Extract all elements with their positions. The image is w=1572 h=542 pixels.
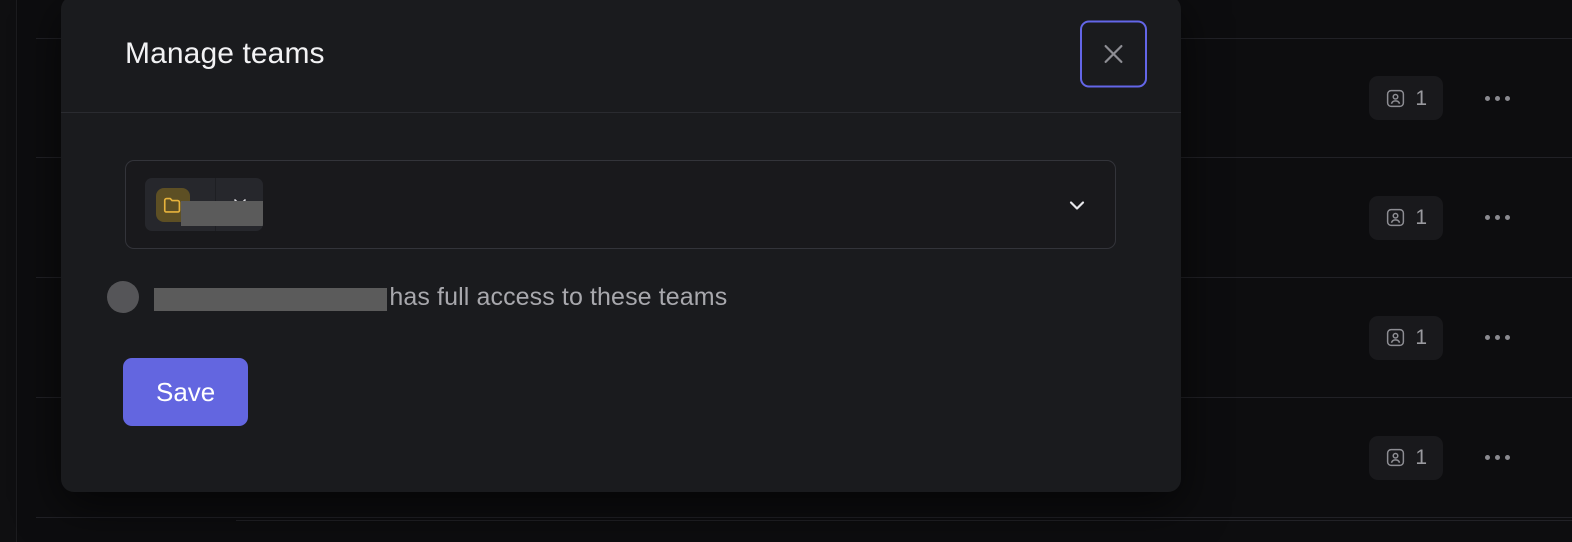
kebab-menu-icon[interactable] [1481,325,1514,350]
member-count-value: 1 [1415,326,1427,349]
access-text-wrapper: Maaak Bellaglaanae has full access to th… [154,283,727,312]
selected-teams-list [145,178,1096,231]
table-row-actions: 1 [1369,315,1514,360]
member-count-value: 1 [1415,206,1427,229]
save-button[interactable]: Save [123,358,249,426]
kebab-menu-icon[interactable] [1481,205,1514,230]
member-count-pill[interactable]: 1 [1369,435,1443,480]
kebab-menu-icon[interactable] [1481,86,1514,111]
contact-card-icon [1387,448,1405,467]
selected-team-chip [145,178,263,231]
member-count-pill[interactable]: 1 [1369,315,1443,360]
member-count-pill[interactable]: 1 [1369,195,1443,240]
table-row-actions: 1 [1369,195,1514,240]
member-count-value: 1 [1415,86,1427,110]
access-description-text: Maaak Bellaglaanae has full access to th… [154,283,727,311]
chip-content [145,178,263,231]
table-row-actions: 1 [1369,76,1514,120]
access-description: Maaak Bellaglaanae has full access to th… [107,281,1117,313]
table-row-actions: 1 [1369,435,1514,480]
kebab-menu-icon[interactable] [1481,445,1514,470]
contact-card-icon [1387,208,1405,227]
list-bottom-divider [236,520,1572,521]
close-icon [1104,45,1123,63]
contact-card-icon [1387,89,1405,107]
close-button[interactable] [1080,20,1147,88]
page-title: Manage teams [125,37,325,70]
contact-card-icon [1387,328,1405,347]
dialog-header: Manage teams [61,0,1181,113]
member-count-value: 1 [1415,446,1427,469]
manage-teams-dialog: Manage teams has full access to these te… [61,0,1181,492]
chevron-down-icon[interactable] [1065,193,1089,217]
avatar [107,281,139,313]
dialog-body: Maaak Bellaglaanae has full access to th… [61,113,1181,426]
member-count-pill[interactable]: 1 [1369,76,1443,120]
access-suffix-text: has full access to these teams [389,282,728,311]
teams-multiselect[interactable] [125,160,1116,249]
left-sidebar-rail [0,0,17,542]
